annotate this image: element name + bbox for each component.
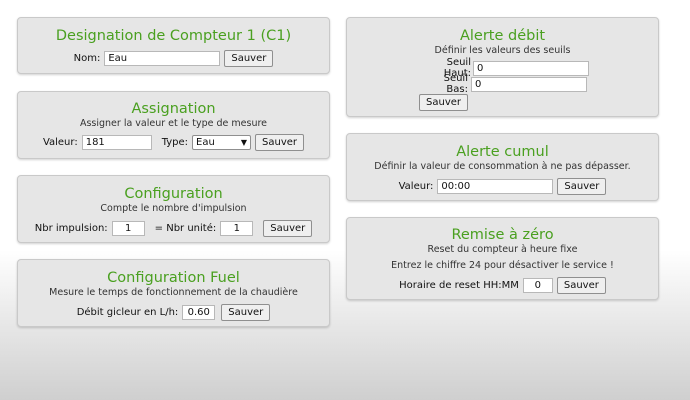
unite-input[interactable]: 1 bbox=[220, 221, 254, 236]
alerte-cumul-panel: Alerte cumul Définir la valeur de consom… bbox=[346, 133, 659, 201]
remise-panel: Remise à zéro Reset du compteur à heure … bbox=[346, 217, 659, 300]
assignation-save-button[interactable]: Sauver bbox=[255, 134, 305, 151]
designation-title: Designation de Compteur 1 (C1) bbox=[55, 28, 292, 44]
chevron-down-icon: ▼ bbox=[240, 138, 248, 147]
seuil-haut-input[interactable]: 0 bbox=[473, 60, 589, 76]
type-label: Type: bbox=[161, 137, 189, 148]
impulsion-label: Nbr impulsion: bbox=[34, 223, 108, 234]
type-select[interactable]: Eau ▼ bbox=[192, 135, 252, 150]
configuration-subtitle: Compte le nombre d'impulsion bbox=[100, 203, 247, 214]
remise-title: Remise à zéro bbox=[451, 227, 554, 243]
alerte-cumul-save-button[interactable]: Sauver bbox=[557, 178, 607, 195]
cumul-valeur-label: Valeur: bbox=[398, 181, 434, 192]
debit-label: Débit gicleur en L/h: bbox=[76, 307, 179, 318]
fuel-title: Configuration Fuel bbox=[107, 270, 240, 286]
designation-save-button[interactable]: Sauver bbox=[224, 50, 274, 67]
assignation-panel: Assignation Assigner la valeur et le typ… bbox=[17, 91, 330, 159]
remise-subtitle: Reset du compteur à heure fixe bbox=[427, 244, 578, 255]
alerte-debit-panel: Alerte débit Définir les valeurs des seu… bbox=[346, 17, 659, 117]
nom-input[interactable]: Eau bbox=[104, 51, 221, 66]
assignation-title: Assignation bbox=[131, 101, 216, 117]
configuration-save-button[interactable]: Sauver bbox=[263, 220, 313, 237]
alerte-debit-subtitle: Définir les valeurs des seuils bbox=[434, 45, 571, 56]
configuration-title: Configuration bbox=[124, 186, 223, 202]
alerte-debit-save-button[interactable]: Sauver bbox=[419, 94, 468, 111]
remise-save-button[interactable]: Sauver bbox=[556, 277, 606, 294]
horaire-label: Horaire de reset HH:MM bbox=[399, 280, 519, 291]
fuel-subtitle: Mesure le temps de fonctionnement de la … bbox=[49, 287, 298, 298]
seuil-bas-input[interactable]: 0 bbox=[471, 76, 587, 92]
cumul-valeur-input[interactable]: 00:00 bbox=[437, 179, 554, 194]
horaire-input[interactable]: 0 bbox=[522, 278, 553, 293]
configuration-panel: Configuration Compte le nombre d'impulsi… bbox=[17, 175, 330, 243]
alerte-debit-title: Alerte débit bbox=[459, 28, 546, 44]
unite-label: = Nbr unité: bbox=[154, 223, 217, 234]
alerte-cumul-title: Alerte cumul bbox=[456, 144, 549, 160]
fuel-save-button[interactable]: Sauver bbox=[221, 304, 271, 321]
nom-label: Nom: bbox=[73, 53, 101, 64]
designation-panel: Designation de Compteur 1 (C1) Nom: Eau … bbox=[17, 17, 330, 74]
valeur-input[interactable]: 181 bbox=[81, 135, 152, 150]
valeur-label: Valeur: bbox=[42, 137, 78, 148]
remise-note: Entrez le chiffre 24 pour désactiver le … bbox=[391, 260, 614, 271]
impulsion-input[interactable]: 1 bbox=[111, 221, 145, 236]
alerte-cumul-subtitle: Définir la valeur de consommation à ne p… bbox=[374, 161, 631, 172]
fuel-panel: Configuration Fuel Mesure le temps de fo… bbox=[17, 259, 330, 327]
type-select-value: Eau bbox=[196, 137, 215, 148]
seuil-bas-label: Seuil Bas: bbox=[443, 73, 468, 95]
assignation-subtitle: Assigner la valeur et le type de mesure bbox=[79, 118, 268, 129]
debit-input[interactable]: 0.60 bbox=[182, 305, 216, 320]
